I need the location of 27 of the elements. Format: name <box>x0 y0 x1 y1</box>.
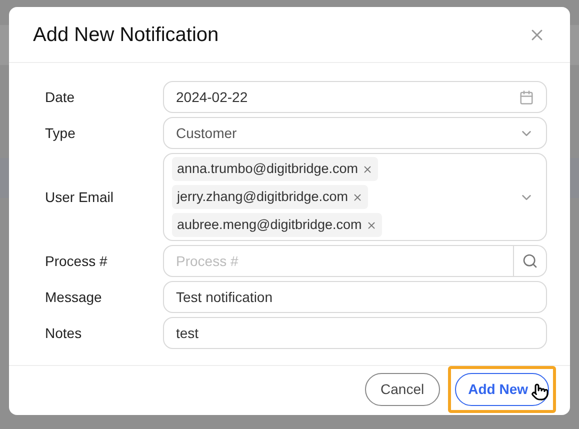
dialog-title: Add New Notification <box>33 22 219 48</box>
hand-cursor-icon <box>531 383 549 401</box>
field-label: Notes <box>45 324 83 342</box>
field-label: User Email <box>45 188 114 206</box>
remove-tag-icon[interactable] <box>352 192 364 202</box>
field-label: Date <box>45 88 76 106</box>
search-icon <box>522 253 538 269</box>
field-value: Customer <box>176 124 237 142</box>
tag-text: aubree.meng@digitbridge.com <box>177 216 362 234</box>
text-input[interactable]: Test notification <box>163 281 547 313</box>
cancel-button[interactable]: Cancel <box>364 373 440 406</box>
add-new-button[interactable]: Add New <box>455 373 549 406</box>
field-label: Process # <box>45 252 108 270</box>
process-input[interactable]: Process # <box>163 245 514 277</box>
text-input[interactable]: test <box>163 317 547 349</box>
remove-tag-icon[interactable] <box>362 164 374 174</box>
calendar-icon <box>519 90 534 104</box>
email-multiselect[interactable]: anna.trumbo@digitbridge.com jerry.zhang@digitbridge.com aubree.meng@digitbridge.com <box>163 153 547 241</box>
date-field[interactable]: 2024-02-22 <box>163 81 547 113</box>
tag-text: anna.trumbo@digitbridge.com <box>177 160 358 178</box>
field-label: Type <box>45 124 76 143</box>
field-label: Message <box>45 288 103 307</box>
type-dropdown[interactable]: Customer <box>163 117 547 149</box>
tag-text: jerry.zhang@digitbridge.com <box>177 188 348 206</box>
remove-tag-icon[interactable] <box>366 220 377 230</box>
search-button[interactable] <box>514 245 547 277</box>
field-value: 2024-02-22 <box>176 88 248 106</box>
